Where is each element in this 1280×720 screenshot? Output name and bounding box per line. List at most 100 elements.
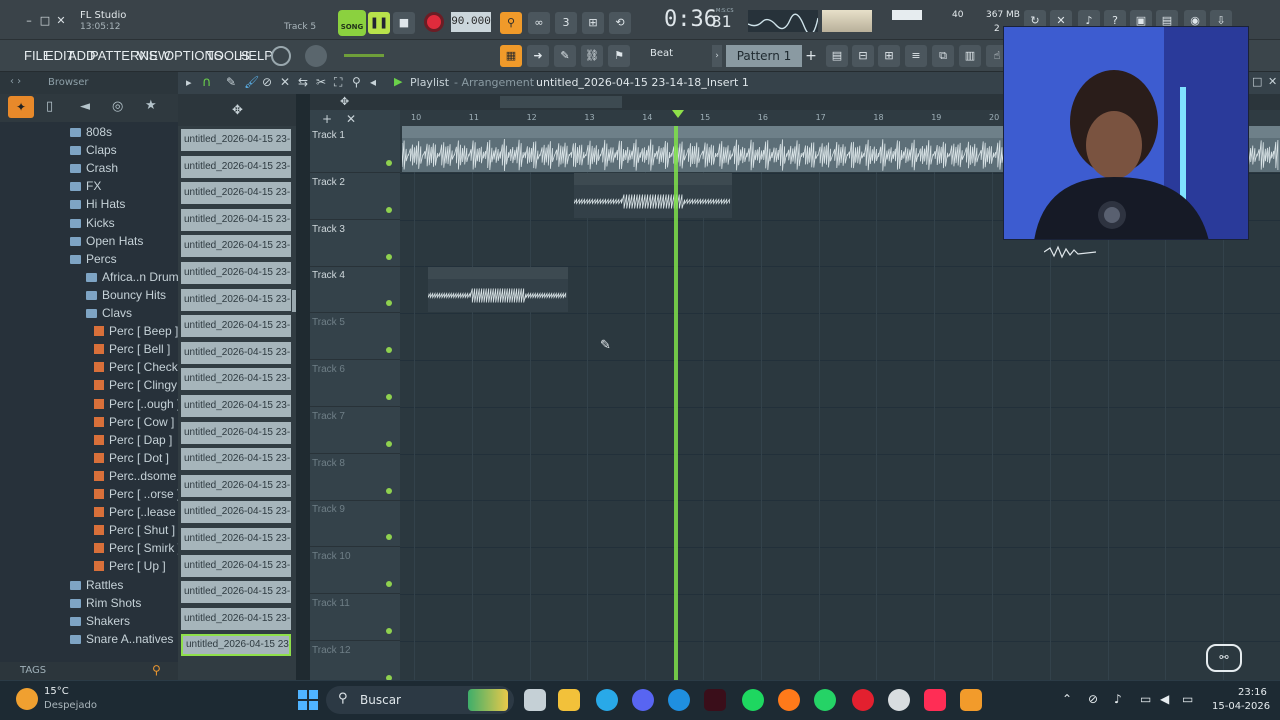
paint-tool-icon[interactable]: 🖌 [244,75,259,89]
pencil-tool-icon[interactable]: ✎ [554,45,576,67]
telegram-icon[interactable] [596,689,618,711]
track-header[interactable]: Track 4 [310,266,400,314]
tray-expand-icon[interactable]: ⌃ [1062,692,1072,706]
track-header[interactable]: Track 7 [310,407,400,454]
remove-track-icon[interactable]: ✕ [346,112,356,126]
track-header[interactable]: Track 2 [310,173,400,220]
stamp-icon[interactable]: ⚑ [608,45,630,67]
fl-studio-icon[interactable] [960,689,982,711]
browser-item[interactable]: Perc [ Clingy ] [94,378,178,396]
firefox-icon[interactable] [778,689,800,711]
draw-tool-icon[interactable]: ✎ [226,75,236,89]
obs-icon[interactable] [888,689,910,711]
metronome-icon[interactable]: ⚲ [500,12,522,34]
tray-volume-icon[interactable]: ◀ [1160,692,1169,706]
picker-clip[interactable]: untitled_2026-04-15 23-... [181,395,291,417]
taskbar-search[interactable]: ⚲ Buscar [326,686,514,714]
delete-tool-icon[interactable]: ⊘ [262,75,272,89]
track-active-led[interactable] [386,440,392,447]
maximize-icon[interactable]: □ [38,14,52,28]
picker-clip[interactable]: untitled_2026-04-15 23-... [181,501,291,524]
tray-battery-icon[interactable]: ▭ [1182,692,1193,706]
browser-item[interactable]: 808s [70,125,112,143]
browser-item[interactable]: Perc [..lease ] [94,505,178,523]
browser-item[interactable]: Kicks [70,216,115,234]
picker-clip[interactable]: untitled_2026-04-15 23-... [181,235,291,258]
picker-clip[interactable]: untitled_2026-04-15 23-... [181,607,291,630]
zoom-tool-icon[interactable]: ⚲ [352,75,361,89]
track-active-led[interactable] [386,394,392,400]
picker-clip[interactable]: untitled_2026-04-15 23-... [181,554,291,577]
browser-item[interactable]: Bouncy Hits [86,288,166,306]
tray-mic-icon[interactable]: ♪ [1114,692,1122,706]
browser-item[interactable]: Rattles [70,578,123,596]
spotify-icon[interactable] [742,689,764,711]
opera-icon[interactable] [852,689,874,711]
minimize-icon[interactable]: – [22,14,36,28]
picker-clip[interactable]: untitled_2026-04-15 23-... [181,448,291,471]
picker-clip[interactable]: untitled_2026-04-15 23-... [181,341,291,364]
loop-record-icon[interactable]: ⟲ [609,12,631,34]
picker-clip[interactable]: untitled_2026-04-15 23-... [181,368,291,391]
close-icon[interactable]: ✕ [54,14,68,28]
picker-clip[interactable]: untitled_2026-04-15 23-... [181,528,291,550]
playlist-maximize-icon[interactable]: □ [1252,75,1262,88]
picker-clip[interactable]: untitled_2026-04-15 23-... [181,581,291,604]
task-view-icon[interactable] [524,689,546,711]
piano-roll-icon[interactable]: ▦ [500,45,522,67]
browser-item[interactable]: Perc [ Smirk ] [94,541,178,559]
picker-scrollbar[interactable] [292,290,296,312]
track-active-led[interactable] [386,160,392,166]
piano-icon[interactable]: ⊞ [878,45,900,67]
stop-button[interactable]: ■ [393,12,415,34]
mixer-icon[interactable]: ≡ [905,45,927,67]
browser-files-icon[interactable]: ▯ [46,99,53,114]
track-header[interactable]: Track 10 [310,547,400,595]
browser-item[interactable]: Rim Shots [70,596,141,614]
picker-clip[interactable]: untitled_2026-04-15 23-... [181,315,291,338]
track-header[interactable]: Track 6 [310,360,400,407]
picker-clip[interactable]: untitled_2026-04-15 23-... [181,421,291,444]
discord-icon[interactable] [632,689,654,711]
browser-item[interactable]: Claps [70,143,117,161]
picker-move-icon[interactable]: ✥ [232,103,243,118]
playhead-marker-icon[interactable] [672,110,684,118]
track-active-led[interactable] [386,253,392,260]
track-active-led[interactable] [386,534,392,541]
master-volume-knob[interactable] [271,46,291,66]
playback-tool-icon[interactable]: ◂ [370,75,376,89]
track-header[interactable]: Track 8 [310,454,400,501]
browser-window-icon[interactable]: ▥ [959,45,981,67]
tiktok-icon[interactable] [924,689,946,711]
pattern-prev-icon[interactable]: › [712,45,722,67]
add-pattern-icon[interactable]: + [804,45,818,67]
browser-item[interactable]: Snare A..natives [70,632,173,650]
arrow-icon[interactable]: ➜ [527,45,549,67]
browser-item[interactable]: Hi Hats [70,197,125,215]
playlist-move-icon[interactable]: ✥ [340,95,349,108]
browser-item[interactable]: Perc [ Cow ] [94,415,174,433]
play-playlist-icon[interactable]: ▶ [394,75,402,88]
browser-item[interactable]: Perc [..ough ] [94,397,178,415]
track-active-led[interactable] [386,628,392,634]
slice-tool-icon[interactable]: ✂ [316,75,326,89]
browser-item[interactable]: Open Hats [70,234,143,252]
browser-speaker-icon[interactable]: ◄ [80,99,90,114]
windows-start-icon[interactable] [298,690,318,710]
browser-item[interactable]: Perc..dsome ] [94,469,178,487]
step-edit-icon[interactable]: ⊞ [582,12,604,34]
horizontal-scrollbar[interactable] [500,96,622,108]
track-header[interactable]: Track 1 [310,126,400,173]
playlist-close-icon[interactable]: ✕ [1268,75,1277,88]
playhead[interactable] [674,126,678,680]
browser-all-tab-icon[interactable]: ✦ [8,96,34,118]
song-mode-toggle[interactable]: SONG [338,10,366,36]
search-icon[interactable]: ⚲ [152,663,161,677]
wait-input-icon[interactable]: ∞ [528,12,550,34]
record-button[interactable] [424,12,444,32]
browser-item[interactable]: Perc [ Beep ] [94,324,178,342]
track-header[interactable]: Track 3 [310,220,400,267]
browser-item[interactable]: Perc [ Check ] [94,360,178,378]
countdown-icon[interactable]: 3 [555,12,577,34]
browser-plugin-icon[interactable]: ◎ [112,99,123,114]
